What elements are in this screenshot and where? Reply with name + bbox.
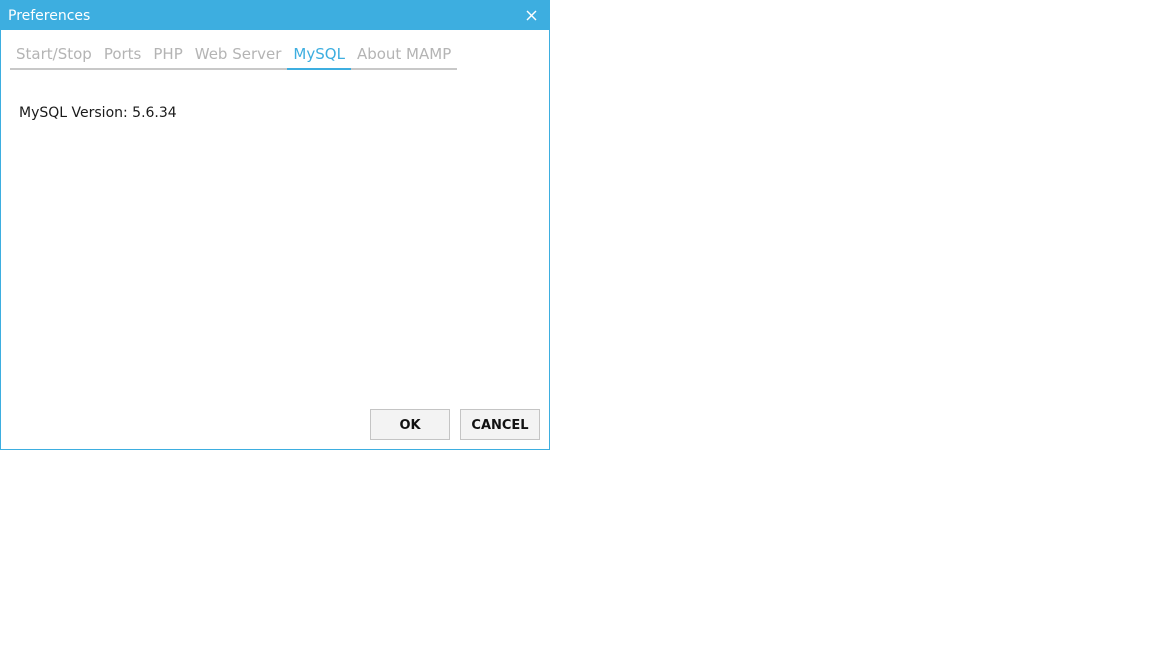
- cancel-button[interactable]: CANCEL: [460, 409, 540, 440]
- preferences-tabs: Start/Stop Ports PHP Web Server MySQL Ab…: [10, 42, 458, 70]
- tab-mysql[interactable]: MySQL: [287, 42, 351, 70]
- tab-php[interactable]: PHP: [147, 42, 188, 66]
- tab-ports[interactable]: Ports: [98, 42, 148, 66]
- window-title: Preferences: [8, 8, 91, 24]
- mysql-version-label: MySQL Version: 5.6.34: [19, 105, 177, 121]
- ok-button[interactable]: OK: [370, 409, 450, 440]
- tab-start-stop[interactable]: Start/Stop: [10, 42, 98, 66]
- close-button[interactable]: [521, 4, 543, 26]
- close-icon: [526, 10, 537, 21]
- tab-about-mamp[interactable]: About MAMP: [351, 42, 457, 66]
- tab-web-server[interactable]: Web Server: [189, 42, 288, 66]
- preferences-dialog: Preferences Start/Stop Ports PHP Web Ser…: [0, 0, 550, 450]
- title-bar: Preferences: [1, 1, 549, 30]
